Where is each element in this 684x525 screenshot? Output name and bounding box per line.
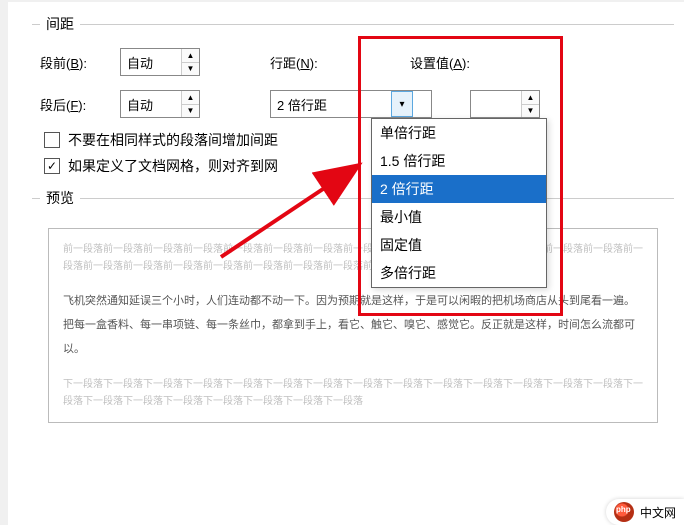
before-input[interactable] (121, 49, 181, 75)
option-1-5[interactable]: 1.5 倍行距 (372, 147, 546, 175)
after-label: 段后(F): (40, 95, 120, 114)
before-row: 段前(B): ▲ ▼ 行距(N): 设置值(A): (40, 46, 666, 78)
after-up[interactable]: ▲ (182, 91, 199, 104)
setvalue-label: 设置值(A): (410, 53, 490, 72)
snap-grid-row[interactable]: 如果定义了文档网格，则对齐到网 (44, 156, 666, 176)
after-down[interactable]: ▼ (182, 104, 199, 118)
spacing-fieldset: 间距 段前(B): ▲ ▼ 行距(N): 设置值(A): (32, 14, 674, 182)
linespacing-dropdown[interactable]: 单倍行距 1.5 倍行距 2 倍行距 最小值 固定值 多倍行距 (371, 118, 547, 288)
before-label: 段前(B): (40, 53, 120, 72)
preview-before: 前一段落前一段落前一段落前一段落前一段落前一段落前一段落前一段落前一段落前一段落… (63, 241, 643, 275)
after-input[interactable] (121, 91, 181, 117)
no-space-checkbox[interactable] (44, 132, 60, 148)
snap-grid-checkbox[interactable] (44, 158, 60, 174)
option-multi[interactable]: 多倍行距 (372, 259, 546, 287)
option-fixed[interactable]: 固定值 (372, 231, 546, 259)
preview-fieldset: 预览 前一段落前一段落前一段落前一段落前一段落前一段落前一段落前一段落前一段落前… (32, 188, 674, 423)
php-logo-icon (614, 502, 634, 522)
option-min[interactable]: 最小值 (372, 203, 546, 231)
before-spinner[interactable]: ▲ ▼ (120, 48, 200, 76)
option-double[interactable]: 2 倍行距 (372, 175, 546, 203)
before-down[interactable]: ▼ (182, 62, 199, 76)
linespacing-input[interactable] (271, 91, 391, 117)
preview-box: 前一段落前一段落前一段落前一段落前一段落前一段落前一段落前一段落前一段落前一段落… (48, 228, 658, 423)
after-row: 段后(F): ▲ ▼ ▾ ▲ ▼ (40, 88, 666, 120)
after-spinner[interactable]: ▲ ▼ (120, 90, 200, 118)
watermark-text: 中文网 (640, 504, 676, 521)
linespacing-label: 行距(N): (270, 53, 340, 72)
spacing-legend: 间距 (40, 14, 80, 34)
linespacing-dropdown-button[interactable]: ▾ (391, 91, 413, 117)
setvalue-up[interactable]: ▲ (522, 91, 539, 104)
setvalue-down[interactable]: ▼ (522, 104, 539, 118)
option-single[interactable]: 单倍行距 (372, 119, 546, 147)
preview-legend: 预览 (40, 188, 80, 208)
preview-body: 飞机突然通知延误三个小时，人们连动都不动一下。因为预期就是这样，于是可以闲暇的把… (63, 289, 643, 362)
snap-grid-label: 如果定义了文档网格，则对齐到网 (68, 156, 278, 176)
no-space-label: 不要在相同样式的段落间增加间距 (68, 130, 278, 150)
watermark: 中文网 (606, 499, 684, 525)
setvalue-input[interactable] (471, 91, 521, 117)
preview-after: 下一段落下一段落下一段落下一段落下一段落下一段落下一段落下一段落下一段落下一段落… (63, 376, 643, 410)
linespacing-combo[interactable]: ▾ (270, 90, 432, 118)
before-up[interactable]: ▲ (182, 49, 199, 62)
setvalue-spinner[interactable]: ▲ ▼ (470, 90, 540, 118)
no-space-same-style-row[interactable]: 不要在相同样式的段落间增加间距 (44, 130, 666, 150)
